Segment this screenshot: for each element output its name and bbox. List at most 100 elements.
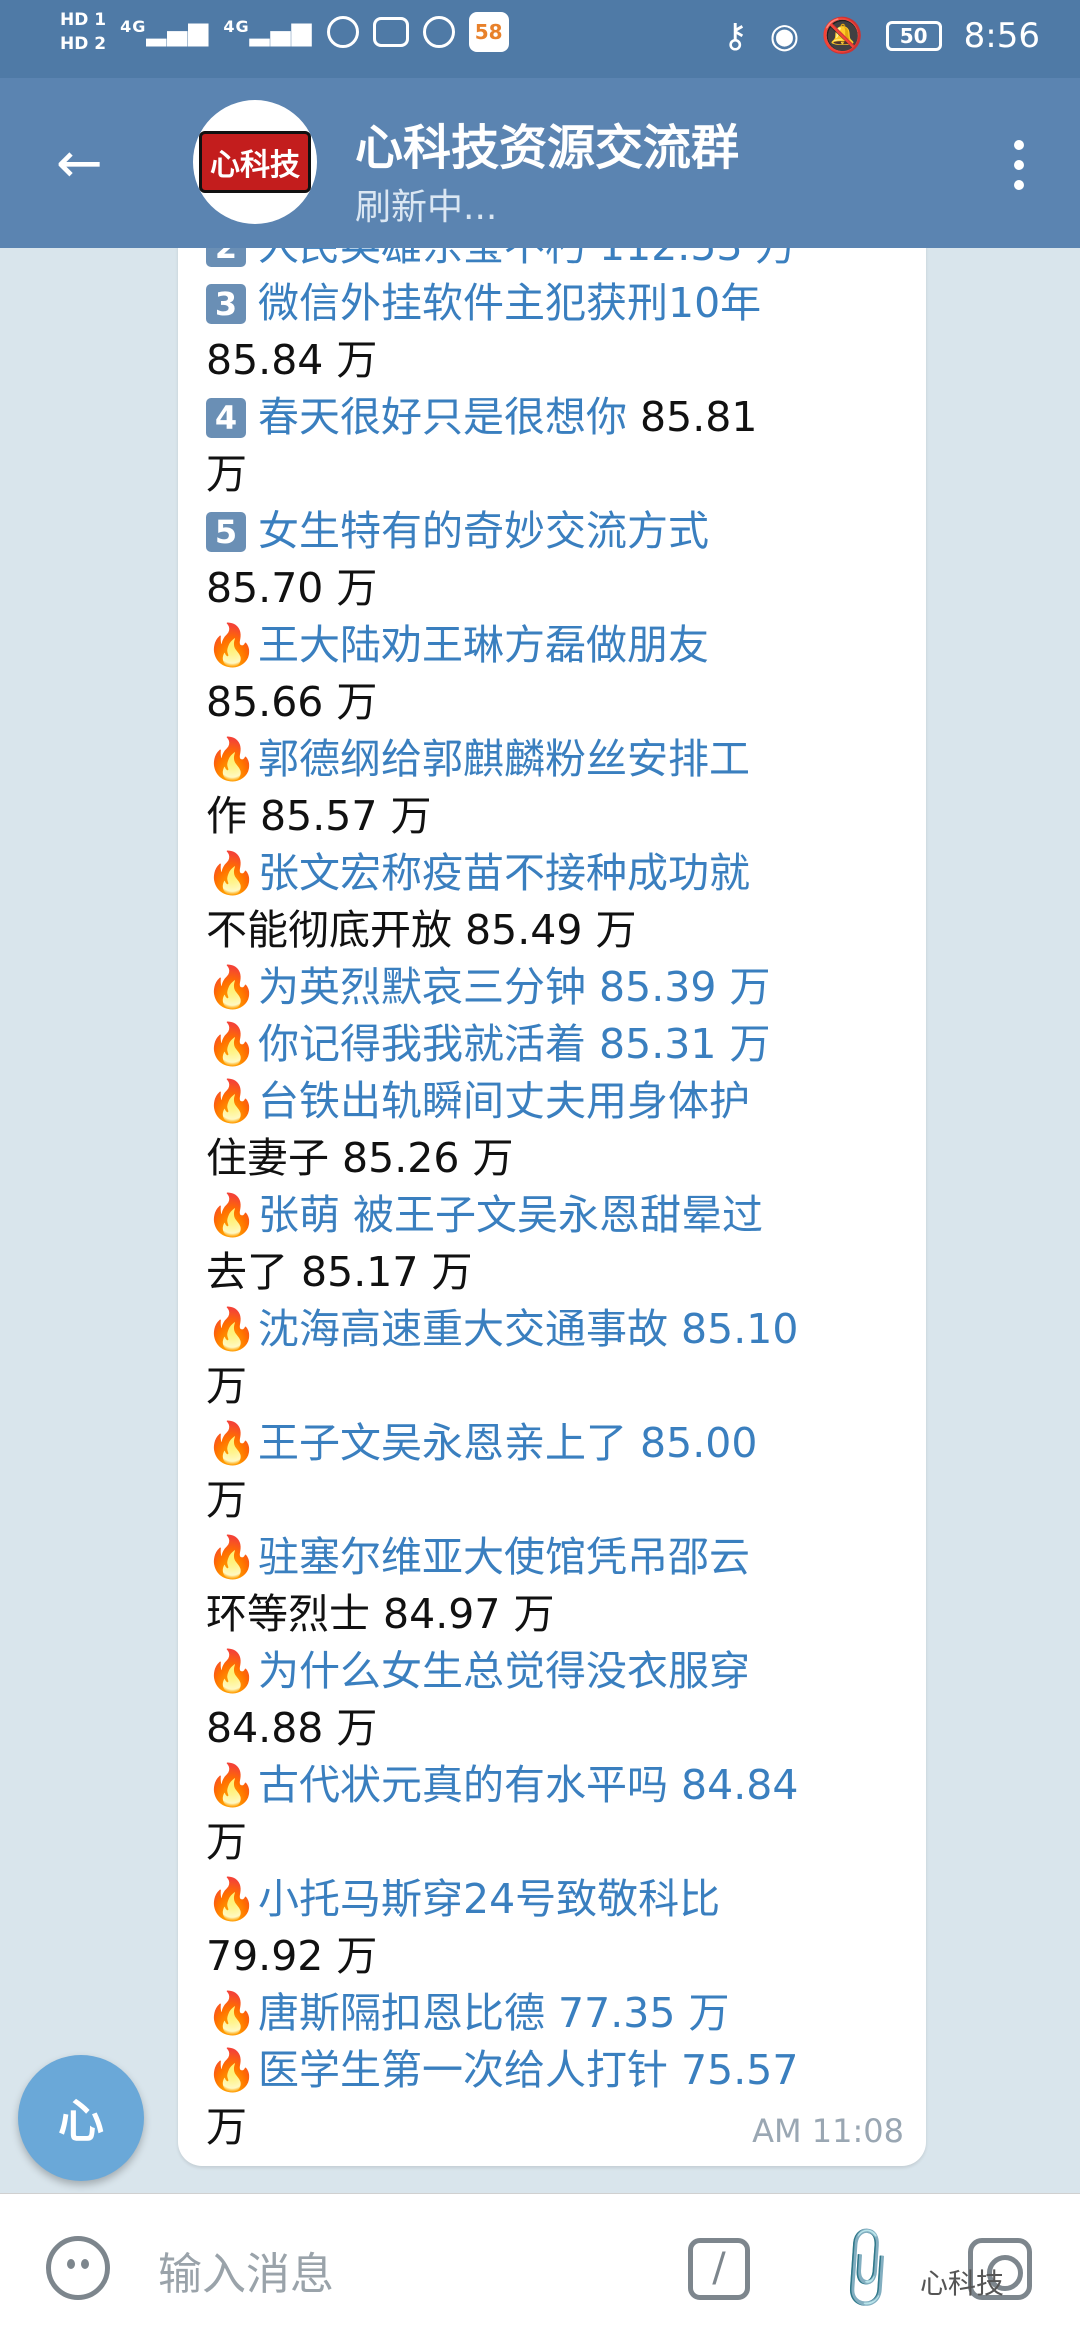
message-line: 环等烈士 84.97 万	[206, 1586, 906, 1643]
message-line: 万	[206, 446, 906, 503]
line-text: 不能彻底开放 85.49 万	[206, 906, 637, 954]
line-text[interactable]: 张文宏称疫苗不接种成功就	[258, 849, 750, 897]
message-line: 5 女生特有的奇妙交流方式	[206, 503, 906, 560]
line-text[interactable]: 郭德纲给郭麒麟粉丝安排工	[258, 735, 750, 783]
mute-bell-icon: 🔕	[821, 16, 864, 56]
chat-area[interactable]: 2 人民英雄东莹不朽 112.53 万 3 微信外挂软件主犯获刑10年 85.84 万 4…	[0, 248, 1080, 2193]
signal-2-label: 4G	[223, 17, 250, 36]
fire-icon: 🔥	[206, 1077, 258, 1125]
back-arrow-icon[interactable]: ←	[56, 136, 103, 192]
line-text[interactable]: 沈海高速重大交通事故 85.10	[258, 1305, 798, 1353]
fire-icon: 🔥	[206, 621, 258, 669]
line-text[interactable]: 古代状元真的有水平吗 84.84	[258, 1761, 798, 1809]
line-text: 万	[206, 1362, 247, 1410]
chat-header: ← 心科技 心科技资源交流群 刷新中...	[0, 78, 1080, 248]
fire-icon: 🔥	[206, 1191, 258, 1239]
watermark: 心科技	[920, 2267, 1005, 2300]
chat-title[interactable]: 心科技资源交流群	[355, 108, 739, 178]
rank-badge: 3	[206, 284, 246, 324]
message-line: 79.92 万	[206, 1928, 906, 1985]
fire-icon: 🔥	[206, 2046, 258, 2094]
message-line: 🔥为什么女生总觉得没衣服穿	[206, 1643, 906, 1700]
chat-status: 刷新中...	[355, 187, 498, 228]
fire-icon: 🔥	[206, 1419, 258, 1467]
message-line: 2 人民英雄东莹不朽 112.53 万	[206, 248, 906, 275]
line-text[interactable]: 为什么女生总觉得没衣服穿	[258, 1647, 750, 1695]
rank-badge: 4	[206, 398, 246, 438]
line-text[interactable]: 医学生第一次给人打针 75.57	[258, 2046, 798, 2094]
message-line: 🔥小托马斯穿24号致敬科比	[206, 1871, 906, 1928]
hd-indicator: HD 1 HD 2	[60, 10, 106, 54]
line-text[interactable]: 人民英雄东莹不朽 112.53 万	[258, 248, 797, 270]
rank-badge: 2	[206, 248, 246, 267]
message-line: 去了 85.17 万	[206, 1244, 906, 1301]
hd2-label: HD 2	[60, 34, 107, 54]
message-line: 🔥张萌 被王子文吴永恩甜晕过	[206, 1187, 906, 1244]
message-time: AM 11:08	[752, 2112, 904, 2150]
message-line: 85.66 万	[206, 674, 906, 731]
line-text[interactable]: 台铁出轨瞬间丈夫用身体护	[258, 1077, 750, 1125]
line-text: 85.84 万	[206, 336, 378, 384]
key-icon: ⚷	[722, 16, 748, 56]
status-right: ⚷ ◉ 🔕 50 8:56	[723, 16, 1040, 56]
fire-icon: 🔥	[206, 1989, 258, 2037]
message-line: 85.70 万	[206, 560, 906, 617]
emoji-icon[interactable]	[46, 2236, 110, 2300]
message-input-bar: 输入消息 / 📎	[0, 2193, 1080, 2340]
message-bubble[interactable]: 2 人民英雄东莹不朽 112.53 万 3 微信外挂软件主犯获刑10年 85.84 万 4…	[178, 248, 926, 2166]
line-text: 85.66 万	[206, 678, 378, 726]
fire-icon: 🔥	[206, 735, 258, 783]
line-text[interactable]: 小托马斯穿24号致敬科比	[258, 1875, 720, 1923]
signal-1-label: 4G	[120, 17, 147, 36]
line-text: 79.92 万	[206, 1932, 378, 1980]
message-text: 2 人民英雄东莹不朽 112.53 万 3 微信外挂软件主犯获刑10年 85.84 万 4…	[206, 248, 906, 2156]
more-vert-icon[interactable]	[1014, 140, 1024, 190]
line-text: 作 85.57 万	[206, 792, 432, 840]
scroll-fab-button[interactable]: 心	[18, 2055, 144, 2181]
line-text: 万	[206, 1476, 247, 1524]
line-text[interactable]: 为英烈默哀三分钟 85.39 万	[258, 963, 770, 1011]
group-avatar[interactable]: 心科技	[193, 100, 317, 224]
paperclip-icon[interactable]: 📎	[816, 2219, 916, 2319]
line-text[interactable]: 女生特有的奇妙交流方式	[258, 507, 709, 555]
status-left: HD 1 HD 2 4G▂▄▆ 4G▂▄▆ 58	[60, 10, 509, 54]
slash-command-icon[interactable]: /	[688, 2238, 750, 2300]
line-text[interactable]: 张萌 被王子文吴永恩甜晕过	[258, 1191, 763, 1239]
line-text[interactable]: 王子文吴永恩亲上了 85.00	[258, 1419, 757, 1467]
fire-icon: 🔥	[206, 849, 258, 897]
signal-2-icon: 4G▂▄▆	[223, 17, 313, 47]
message-line: 85.84 万	[206, 332, 906, 389]
app-58-icon: 58	[468, 12, 509, 52]
message-line: 万	[206, 1814, 906, 1871]
message-line: 住妻子 85.26 万	[206, 1130, 906, 1187]
line-text[interactable]: 唐斯隔扣恩比德 77.35 万	[258, 1989, 729, 2037]
message-line: 🔥郭德纲给郭麒麟粉丝安排工	[206, 731, 906, 788]
line-text: 85.70 万	[206, 564, 378, 612]
message-line: 4 春天很好只是很想你 85.81	[206, 389, 906, 446]
message-line: 🔥张文宏称疫苗不接种成功就	[206, 845, 906, 902]
line-text[interactable]: 驻塞尔维亚大使馆凭吊邵云	[258, 1533, 750, 1581]
message-line: 万	[206, 1358, 906, 1415]
wechat-icon	[422, 16, 455, 48]
wifi-icon	[326, 16, 359, 48]
line-text[interactable]: 春天很好只是很想你 85.81	[258, 393, 757, 441]
rank-badge: 5	[206, 512, 246, 552]
message-line: 84.88 万	[206, 1700, 906, 1757]
line-text[interactable]: 王大陆劝王琳方磊做朋友	[258, 621, 709, 669]
message-line: 作 85.57 万	[206, 788, 906, 845]
message-line: 🔥为英烈默哀三分钟 85.39 万	[206, 959, 906, 1016]
message-line: 🔥沈海高速重大交通事故 85.10	[206, 1301, 906, 1358]
fire-icon: 🔥	[206, 963, 258, 1011]
line-text[interactable]: 你记得我我就活着 85.31 万	[258, 1020, 770, 1068]
message-line: 🔥王大陆劝王琳方磊做朋友	[206, 617, 906, 674]
message-line: 🔥医学生第一次给人打针 75.57	[206, 2042, 906, 2099]
status-time: 8:56	[963, 16, 1040, 56]
message-input[interactable]: 输入消息	[158, 2238, 334, 2302]
fire-icon: 🔥	[206, 1533, 258, 1581]
notification-icon	[372, 17, 409, 47]
message-line: 不能彻底开放 85.49 万	[206, 902, 906, 959]
line-text[interactable]: 微信外挂软件主犯获刑10年	[258, 279, 761, 327]
line-text: 万	[206, 1818, 247, 1866]
fire-icon: 🔥	[206, 1647, 258, 1695]
message-line: 3 微信外挂软件主犯获刑10年	[206, 275, 906, 332]
